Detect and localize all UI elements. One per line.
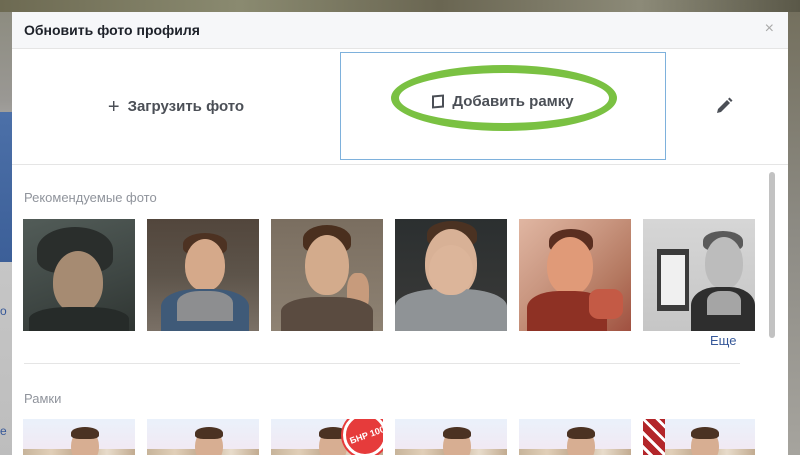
update-profile-photo-dialog: Обновить фото профиля × + Загрузить фото… [12, 12, 788, 455]
add-frame-button[interactable]: Добавить рамку [340, 52, 666, 160]
pencil-icon[interactable] [712, 94, 736, 118]
background-page-right [788, 12, 800, 455]
dialog-header: Обновить фото профиля × [12, 12, 788, 49]
add-frame-label: Добавить рамку [452, 92, 574, 110]
frames-label: Рамки [24, 391, 62, 406]
recommended-photo[interactable] [643, 219, 755, 331]
photo-scroll-area[interactable]: Рекомендуемые фото Еще Рамки БНР 100 [12, 166, 788, 455]
frame-option[interactable] [23, 419, 135, 455]
frame-option[interactable] [395, 419, 507, 455]
recommended-photo[interactable] [395, 219, 507, 331]
section-divider [24, 363, 740, 364]
frame-option[interactable] [643, 419, 755, 455]
dialog-title: Обновить фото профиля [24, 22, 200, 38]
plus-icon: + [107, 95, 120, 118]
upload-photo-label: Загрузить фото [127, 98, 245, 115]
recommended-photo[interactable] [147, 219, 259, 331]
frame-option[interactable] [147, 419, 259, 455]
recommended-photos-label: Рекомендуемые фото [24, 190, 157, 205]
background-link[interactable]: е [0, 424, 7, 438]
scrollbar[interactable] [769, 172, 775, 338]
recommended-photo[interactable] [271, 219, 383, 331]
background-text: о [0, 304, 7, 318]
frames-grid: БНР 100 [23, 419, 755, 455]
background-page-left [0, 12, 12, 455]
upload-photo-button[interactable]: + Загрузить фото [12, 49, 340, 164]
recommended-photos-grid [23, 219, 755, 331]
frame-option[interactable]: БНР 100 [271, 419, 383, 455]
recommended-photo[interactable] [23, 219, 135, 331]
frame-badge: БНР 100 [343, 419, 383, 455]
more-photos-link[interactable]: Еще [710, 333, 736, 348]
frame-icon [432, 93, 445, 109]
background-cover-photo [0, 0, 800, 12]
frame-option[interactable] [519, 419, 631, 455]
recommended-photo[interactable] [519, 219, 631, 331]
action-row: + Загрузить фото Добавить рамку [12, 49, 788, 165]
close-icon[interactable]: × [765, 21, 774, 37]
